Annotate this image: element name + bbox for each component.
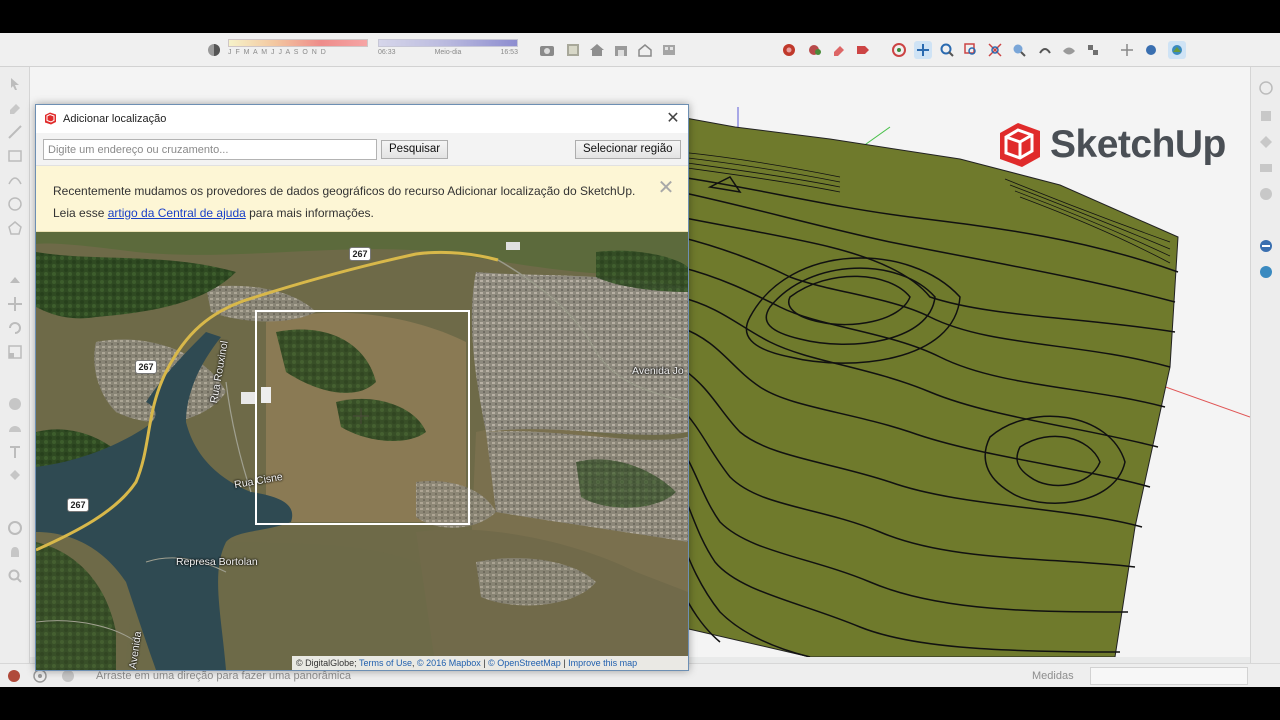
dialog-title: Adicionar localização xyxy=(63,113,167,125)
zoom-icon[interactable] xyxy=(938,41,956,59)
camera-icon[interactable] xyxy=(538,41,556,59)
time-mid: Meio-dia xyxy=(434,49,462,56)
geo-status-icon[interactable] xyxy=(6,668,22,684)
arc-tool-icon[interactable] xyxy=(6,171,24,189)
walk-icon[interactable] xyxy=(1036,41,1054,59)
shadow-date-bar xyxy=(228,39,368,47)
paint-icon[interactable] xyxy=(806,41,824,59)
toggle-terrain-icon[interactable] xyxy=(1168,41,1186,59)
dialog-search-bar: Pesquisar Selecionar região xyxy=(36,133,688,166)
sketchup-logo: SketchUp xyxy=(996,117,1236,173)
attribution-separator-2: | xyxy=(563,658,566,668)
measurements-label: Medidas xyxy=(1032,670,1074,682)
extension-icon[interactable] xyxy=(660,41,678,59)
left-toolbar xyxy=(0,67,30,663)
time-end: 16:53 xyxy=(500,49,518,56)
map-attribution: © DigitalGlobe; Terms of Use, © 2016 Map… xyxy=(292,656,688,670)
shadow-time-slider[interactable]: 06:33 Meio-dia 16:53 xyxy=(378,39,518,61)
zoom-tool-icon[interactable] xyxy=(6,567,24,585)
crosshair-icon xyxy=(353,408,369,424)
house-outline-icon[interactable] xyxy=(636,41,654,59)
sketchup-window: J F M A M J J A S O N D 06:33 Meio-dia 1… xyxy=(0,33,1280,687)
mapbox-link[interactable]: © 2016 Mapbox xyxy=(417,658,481,668)
tray-components-icon[interactable] xyxy=(1257,107,1275,125)
orbit-icon[interactable] xyxy=(890,41,908,59)
time-start: 06:33 xyxy=(378,49,396,56)
eraser-icon[interactable] xyxy=(830,41,848,59)
scale-tool-icon[interactable] xyxy=(6,343,24,361)
main-toolbar: J F M A M J J A S O N D 06:33 Meio-dia 1… xyxy=(0,33,1280,67)
attribution-separator-1: | xyxy=(483,658,486,668)
improve-map-link[interactable]: Improve this map xyxy=(568,658,637,668)
zoom-window-icon[interactable] xyxy=(962,41,980,59)
push-pull-tool-icon[interactable] xyxy=(6,271,24,289)
map-label-represa-bortolan: Represa Bortolan xyxy=(176,556,258,568)
highway-shield-3: 267 xyxy=(67,498,89,512)
dialog-close-button[interactable]: ✕ xyxy=(662,109,684,129)
shadow-time-labels: 06:33 Meio-dia 16:53 xyxy=(378,49,518,56)
ruby-red-icon[interactable] xyxy=(780,41,798,59)
search-button[interactable]: Pesquisar xyxy=(381,140,449,159)
tag-icon[interactable] xyxy=(854,41,872,59)
shadow-time-bar xyxy=(378,39,518,47)
rotate-tool-icon[interactable] xyxy=(6,319,24,337)
right-tray xyxy=(1250,67,1280,663)
zoom-extents-icon[interactable] xyxy=(986,41,1004,59)
help-center-article-link[interactable]: artigo da Central de ajuda xyxy=(108,206,246,220)
home-icon[interactable] xyxy=(588,41,606,59)
text-tool-icon[interactable] xyxy=(6,443,24,461)
section-icon[interactable] xyxy=(564,41,582,59)
select-region-button[interactable]: Selecionar região xyxy=(575,140,681,159)
line-tool-icon[interactable] xyxy=(6,123,24,141)
protractor-tool-icon[interactable] xyxy=(6,419,24,437)
tray-styles-icon[interactable] xyxy=(1257,133,1275,151)
sketchup-icon xyxy=(45,112,56,125)
previous-view-icon[interactable] xyxy=(1010,41,1028,59)
satellite-map[interactable]: 267 267 267 Avenida Jo Rua Rouxinol Rua … xyxy=(36,232,688,670)
info-notice: Recentemente mudamos os provedores de da… xyxy=(36,166,688,232)
address-search-input[interactable] xyxy=(43,139,377,160)
highway-shield-2: 267 xyxy=(135,360,157,374)
notice-text: Recentemente mudamos os provedores de da… xyxy=(53,180,653,224)
attribution-digitalglobe: © DigitalGlobe; xyxy=(296,658,357,668)
tray-info-icon[interactable] xyxy=(1257,79,1275,97)
warehouse-icon[interactable] xyxy=(612,41,630,59)
geolocation-icon[interactable] xyxy=(1142,41,1160,59)
polygon-tool-icon[interactable] xyxy=(6,219,24,237)
dialog-title-bar[interactable]: Adicionar localização ✕ xyxy=(36,105,688,133)
map-label-avenida-jo: Avenida Jo xyxy=(632,365,684,377)
tray-shadows-icon[interactable] xyxy=(1257,263,1275,281)
highway-shield-1: 267 xyxy=(349,247,371,261)
openstreetmap-link[interactable]: © OpenStreetMap xyxy=(488,658,561,668)
tray-scenes-icon[interactable] xyxy=(1257,159,1275,177)
orbit-tool-icon[interactable] xyxy=(6,519,24,537)
notice-text-after: para mais informações. xyxy=(245,206,374,220)
eraser-tool-icon[interactable] xyxy=(6,99,24,117)
rectangle-tool-icon[interactable] xyxy=(6,147,24,165)
sketchup-logo-text: SketchUp xyxy=(1050,123,1226,166)
look-around-icon[interactable] xyxy=(1060,41,1078,59)
shadow-date-slider[interactable]: J F M A M J J A S O N D xyxy=(228,39,368,61)
terms-of-use-link[interactable]: Terms of Use xyxy=(359,658,412,668)
circle-tool-icon[interactable] xyxy=(6,195,24,213)
tray-materials-icon[interactable] xyxy=(1257,185,1275,203)
move-tool-icon[interactable] xyxy=(6,295,24,313)
sketchup-logo-icon xyxy=(1000,123,1040,167)
shadows-icon[interactable] xyxy=(205,41,223,59)
select-tool-icon[interactable] xyxy=(6,75,24,93)
measurements-box[interactable] xyxy=(1090,667,1248,685)
tape-measure-tool-icon[interactable] xyxy=(6,395,24,413)
pan-icon[interactable] xyxy=(914,41,932,59)
status-hint-text: Arraste em uma direção para fazer uma pa… xyxy=(96,670,351,682)
add-location-dialog: Adicionar localização ✕ Pesquisar Seleci… xyxy=(35,104,689,671)
tray-layers-icon[interactable] xyxy=(1257,237,1275,255)
notice-close-icon[interactable]: ✕ xyxy=(656,178,676,198)
position-camera-icon[interactable] xyxy=(1084,41,1102,59)
axes-icon[interactable] xyxy=(1118,41,1136,59)
shadow-months-label: J F M A M J J A S O N D xyxy=(228,49,327,56)
paint-bucket-tool-icon[interactable] xyxy=(6,467,24,485)
pan-tool-icon[interactable] xyxy=(6,543,24,561)
